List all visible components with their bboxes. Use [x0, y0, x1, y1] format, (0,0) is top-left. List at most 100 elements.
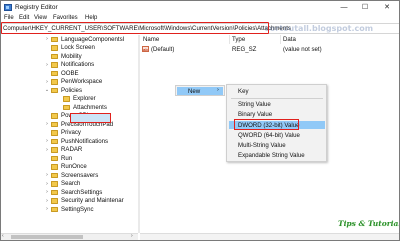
tree-item[interactable]: › RADAR — [1, 146, 138, 155]
tree-item[interactable]: Explorer — [1, 95, 138, 104]
tree-item[interactable]: ⌄ Policies — [1, 86, 138, 95]
folder-icon — [51, 62, 58, 68]
tree-item[interactable]: › LanguageComponentsI — [1, 35, 138, 44]
expand-chevron-icon[interactable]: › — [44, 172, 50, 178]
expand-chevron-icon[interactable]: › — [44, 189, 50, 195]
folder-icon — [51, 53, 58, 59]
tree-item-label[interactable]: Lock Screen — [61, 44, 95, 51]
expand-chevron-icon[interactable]: › — [44, 79, 50, 85]
menu-help[interactable]: Help — [85, 15, 97, 21]
tree-item[interactable]: Lock Screen — [1, 44, 138, 53]
close-button[interactable]: ✕ — [380, 2, 394, 13]
tree-item[interactable]: › Notifications — [1, 61, 138, 70]
folder-icon — [51, 87, 58, 93]
expand-chevron-icon[interactable]: › — [44, 36, 50, 42]
title-bar: Registry Editor — ☐ ✕ — [1, 1, 399, 14]
menu-file[interactable]: File — [4, 15, 14, 21]
expand-chevron-icon[interactable]: › — [44, 138, 50, 144]
tree-item-label[interactable]: SearchSettings — [61, 189, 102, 196]
scrollbar-thumb[interactable] — [11, 235, 83, 239]
folder-icon — [51, 181, 58, 187]
folder-icon — [51, 155, 58, 161]
folder-icon — [51, 206, 58, 212]
tree-item[interactable]: › SearchSettings — [1, 188, 138, 197]
submenu-item-string-value[interactable]: String Value — [238, 101, 271, 108]
attachments-highlight-box — [70, 113, 111, 123]
menu-edit[interactable]: Edit — [19, 15, 29, 21]
value-type: REG_SZ — [232, 46, 257, 53]
scroll-right-icon[interactable]: › — [131, 233, 133, 239]
scroll-left-icon[interactable]: ‹ — [2, 233, 4, 239]
tree-item[interactable]: › Security and Maintenar — [1, 197, 138, 206]
tree-item-label[interactable]: SettingSync — [61, 206, 94, 213]
tree-item-label[interactable]: Mobility — [61, 53, 82, 60]
expand-chevron-icon[interactable]: › — [44, 181, 50, 187]
tree-item-label[interactable]: PushNotifications — [61, 138, 108, 145]
minimize-button[interactable]: — — [337, 2, 351, 13]
expand-chevron-icon[interactable]: › — [44, 206, 50, 212]
menu-view[interactable]: View — [34, 15, 47, 21]
folder-icon — [51, 70, 58, 76]
tree-item-label[interactable]: RunOnce — [61, 163, 87, 170]
tree-item[interactable]: › Search — [1, 180, 138, 189]
window-title: Registry Editor — [15, 4, 58, 11]
maximize-button[interactable]: ☐ — [358, 2, 372, 13]
folder-icon — [51, 121, 58, 127]
key-tree: › LanguageComponentsI Lock Screen Mobility ›… — [1, 35, 138, 233]
string-value-icon: ab — [142, 46, 149, 52]
tree-item-label[interactable]: Notifications — [61, 61, 94, 68]
tree-item-label[interactable]: Privacy — [61, 129, 81, 136]
folder-icon — [51, 164, 58, 170]
folder-icon — [51, 113, 58, 119]
horizontal-scrollbar[interactable]: ‹ › — [1, 233, 138, 240]
tree-item-label[interactable]: Attachments — [73, 104, 107, 111]
menu-favorites[interactable]: Favorites — [53, 15, 78, 21]
context-menu: New › — [175, 85, 225, 96]
tree-item-label[interactable]: PenWorkspace — [61, 78, 102, 85]
submenu-arrow-icon: › — [217, 87, 219, 93]
tree-item-label[interactable]: Screensavers — [61, 172, 98, 179]
folder-icon — [51, 79, 58, 85]
folder-icon — [51, 130, 58, 136]
watermark: sortoutall.blogspot.com — [265, 24, 374, 33]
tree-item[interactable]: › SettingSync — [1, 205, 138, 214]
column-header-data[interactable]: Data — [283, 36, 296, 43]
folder-icon — [51, 138, 58, 144]
value-name[interactable]: (Default) — [151, 46, 174, 53]
tree-item-label[interactable]: Security and Maintenar — [61, 197, 124, 204]
tree-item-label[interactable]: LanguageComponentsI — [61, 36, 124, 43]
submenu-item-multi-string-value[interactable]: Multi-String Value — [238, 142, 286, 149]
tree-item-label[interactable]: Search — [61, 180, 80, 187]
tree-item[interactable]: › Screensavers — [1, 171, 138, 180]
tree-item-label[interactable]: OOBE — [61, 70, 79, 77]
tree-item[interactable]: Mobility — [1, 52, 138, 61]
tree-item[interactable]: Privacy — [1, 129, 138, 138]
column-divider[interactable] — [229, 35, 230, 44]
expand-chevron-icon[interactable]: ⌄ — [44, 87, 50, 93]
expand-chevron-icon[interactable]: › — [44, 198, 50, 204]
column-divider[interactable] — [280, 35, 281, 44]
tree-item-label[interactable]: Policies — [61, 87, 82, 94]
expand-chevron-icon[interactable]: › — [44, 121, 50, 127]
tree-item[interactable]: Attachments — [1, 103, 138, 112]
column-header-name[interactable]: Name — [143, 36, 159, 43]
expand-chevron-icon[interactable]: › — [44, 62, 50, 68]
tree-item[interactable]: › PushNotifications — [1, 137, 138, 146]
folder-icon — [51, 147, 58, 153]
context-menu-new[interactable]: New — [188, 88, 200, 95]
submenu-item-key[interactable]: Key — [238, 88, 249, 95]
tree-item[interactable]: Run — [1, 154, 138, 163]
tree-item-label[interactable]: RADAR — [61, 146, 82, 153]
submenu-item-qword-value[interactable]: QWORD (64-bit) Value — [238, 132, 300, 139]
tree-item-label[interactable]: Explorer — [73, 95, 96, 102]
folder-icon — [51, 172, 58, 178]
tree-item[interactable]: › PenWorkspace — [1, 78, 138, 87]
expand-chevron-icon[interactable]: › — [44, 147, 50, 153]
submenu-item-expandable-string-value[interactable]: Expandable String Value — [238, 152, 305, 159]
tree-item[interactable]: RunOnce — [1, 163, 138, 172]
submenu-item-binary-value[interactable]: Binary Value — [238, 111, 272, 118]
tree-item-label[interactable]: Run — [61, 155, 72, 162]
tree-item[interactable]: OOBE — [1, 69, 138, 78]
column-header-type[interactable]: Type — [232, 36, 245, 43]
value-row[interactable] — [140, 45, 399, 54]
